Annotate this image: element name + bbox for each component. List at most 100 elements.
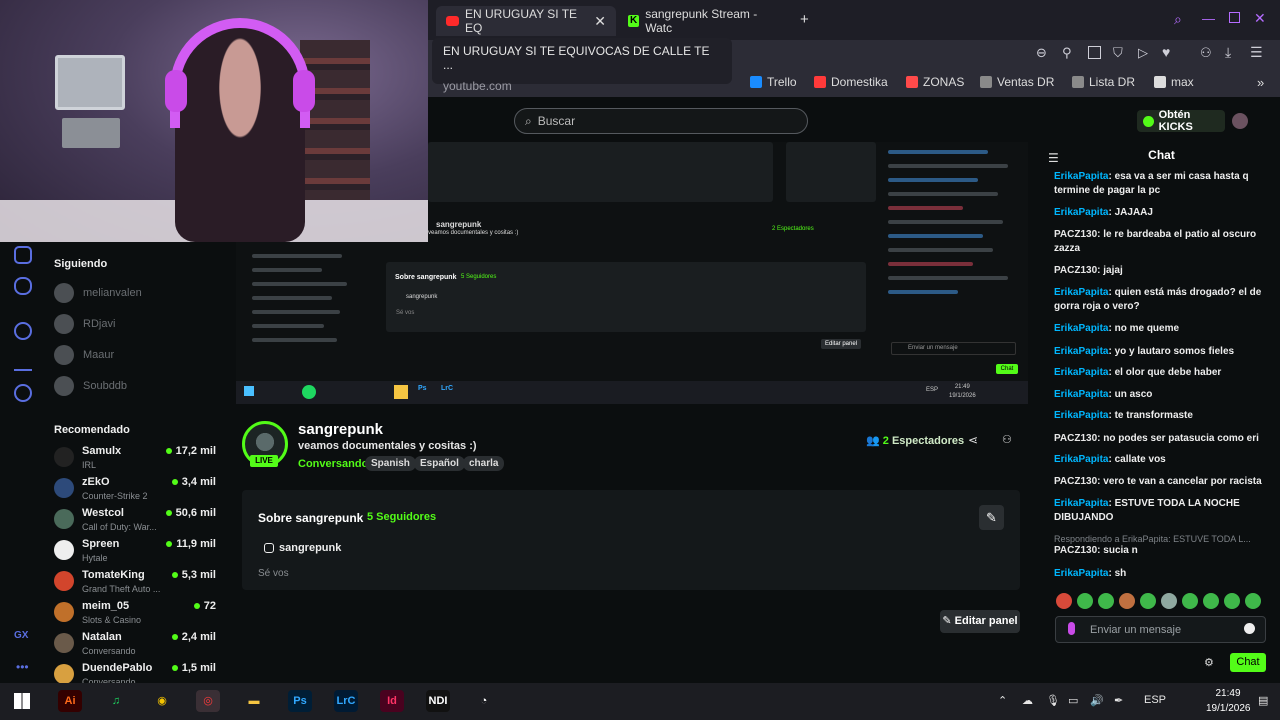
emote-icon[interactable] [1119, 593, 1135, 609]
shield-icon[interactable]: ⛉ [1113, 45, 1123, 61]
following-item[interactable]: Soubddb [54, 370, 214, 401]
recommended-item[interactable]: Samulx IRL 17,2 mil [48, 443, 216, 474]
volume-icon[interactable]: 🔊 [1090, 694, 1104, 707]
mic-icon[interactable]: 🎙 [1046, 694, 1060, 707]
chevron-up-icon[interactable]: ⌃ [998, 694, 1007, 707]
chat-username[interactable]: PACZ130 [1054, 476, 1097, 487]
tab-kick[interactable]: K sangrepunk Stream - Watc [618, 6, 788, 36]
taskbar-clock[interactable]: 21:49 19/1/2026 [1206, 686, 1251, 716]
chat-username[interactable]: ErikaPapita [1054, 287, 1108, 298]
windows-start-icon[interactable] [14, 693, 30, 709]
zoom-icon[interactable]: ⊖ [1036, 45, 1047, 61]
gx-icon[interactable]: GX [14, 630, 28, 641]
chat-send-button[interactable]: Chat [1230, 653, 1266, 672]
recommended-item[interactable]: meim_05 Slots & Casino 72 [48, 598, 216, 629]
user-icon[interactable]: ⚇ [1002, 433, 1012, 446]
taskbar-app-icon[interactable]: ◎ [196, 690, 220, 712]
download-icon[interactable] [14, 353, 32, 371]
snapshot-icon[interactable] [1088, 46, 1101, 59]
mic-icon[interactable] [1068, 622, 1075, 635]
edit-about-button[interactable]: ✎ [979, 505, 1004, 530]
chevron-right-icon[interactable]: » [1257, 75, 1264, 90]
recommended-item[interactable]: Westcol Call of Duty: War... 50,6 mil [48, 505, 216, 536]
bookmark-item[interactable]: Ventas DR [980, 75, 1054, 89]
play-icon[interactable]: ▷ [1138, 45, 1148, 61]
taskbar-app-icon[interactable]: NDI [426, 690, 450, 712]
new-tab-icon[interactable]: + [800, 11, 809, 28]
menu-icon[interactable]: ☰ [1250, 44, 1263, 61]
emote-icon[interactable] [1245, 593, 1261, 609]
close-window-icon[interactable]: ✕ [1254, 10, 1266, 27]
chat-username[interactable]: ErikaPapita [1054, 454, 1108, 465]
language-indicator[interactable]: ESP [1144, 694, 1166, 706]
emoji-icon[interactable] [1244, 623, 1255, 634]
pen-icon[interactable]: ✒ [1114, 694, 1123, 707]
search-input[interactable]: ⌕ Buscar [514, 108, 808, 134]
chat-username[interactable]: ErikaPapita [1054, 207, 1108, 218]
get-kicks-button[interactable]: Obtén KICKS [1137, 109, 1225, 133]
chat-username[interactable]: ErikaPapita [1054, 367, 1108, 378]
share-icon[interactable]: ⋖ [968, 433, 978, 447]
close-icon[interactable]: ✕ [594, 13, 606, 30]
chat-username[interactable]: ErikaPapita [1054, 346, 1108, 357]
chat-username[interactable]: ErikaPapita [1054, 410, 1108, 421]
emote-icon[interactable] [1056, 593, 1072, 609]
chat-username[interactable]: PACZ130 [1054, 433, 1097, 444]
search-tabs-icon[interactable]: ⌕ [1174, 11, 1182, 28]
taskbar-app-icon[interactable]: ◔ [472, 690, 496, 712]
chat-input[interactable]: Enviar un mensaje [1055, 616, 1266, 643]
recommended-item[interactable]: Spreen Hytale 11,9 mil [48, 536, 216, 567]
settings-icon[interactable] [14, 384, 32, 402]
instagram-icon[interactable] [14, 246, 32, 264]
profile-icon[interactable]: ⚇ [1200, 45, 1212, 61]
emote-icon[interactable] [1203, 593, 1219, 609]
chat-username[interactable]: ErikaPapita [1054, 389, 1108, 400]
maximize-icon[interactable] [1229, 12, 1240, 23]
pin-icon[interactable]: ⚲ [1062, 45, 1072, 61]
clock-icon[interactable] [14, 322, 32, 340]
more-icon[interactable]: ••• [16, 660, 29, 674]
emote-icon[interactable] [1224, 593, 1240, 609]
emote-icon[interactable] [1098, 593, 1114, 609]
download-icon[interactable]: ⤓ [1225, 44, 1231, 61]
bookmark-item[interactable]: Lista DR [1072, 75, 1135, 89]
avatar[interactable] [1232, 113, 1248, 129]
taskbar-app-icon[interactable]: ▬ [242, 690, 266, 712]
taskbar-app-icon[interactable]: ♫ [104, 690, 128, 712]
taskbar-app-icon[interactable]: ◉ [150, 690, 174, 712]
emote-icon[interactable] [1182, 593, 1198, 609]
heart-icon[interactable]: ♥ [1162, 44, 1170, 60]
bookmark-item[interactable]: Trello [750, 75, 797, 89]
stream-category[interactable]: Conversando [298, 458, 368, 470]
tag-charla[interactable]: charla [463, 456, 505, 471]
emote-icon[interactable] [1140, 593, 1156, 609]
taskbar-app-icon[interactable]: Ai [58, 690, 82, 712]
bookmark-item[interactable]: max [1154, 75, 1194, 89]
chat-username[interactable]: ErikaPapita [1054, 498, 1108, 509]
tag-spanish[interactable]: Spanish [365, 456, 416, 471]
recommended-item[interactable]: Natalan Conversando 2,4 mil [48, 629, 216, 660]
tab-youtube[interactable]: EN URUGUAY SI TE EQ ✕ [436, 6, 616, 36]
cloud-icon[interactable]: ☁ [1022, 694, 1033, 707]
minimize-icon[interactable]: — [1202, 11, 1215, 26]
taskbar-app-icon[interactable]: LrC [334, 690, 358, 712]
chat-username[interactable]: ErikaPapita [1054, 568, 1108, 579]
tag-espanol[interactable]: Español [414, 456, 465, 471]
taskbar-app-icon[interactable]: Ps [288, 690, 312, 712]
taskbar-app-icon[interactable]: Id [380, 690, 404, 712]
emote-icon[interactable] [1161, 593, 1177, 609]
bookmark-item[interactable]: Domestika [814, 75, 888, 89]
emote-icon[interactable] [1077, 593, 1093, 609]
following-item[interactable]: melianvalen [54, 277, 214, 308]
network-icon[interactable]: ▭ [1068, 694, 1078, 707]
edit-panel-button[interactable]: ✎ Editar panel [940, 610, 1020, 633]
recommended-item[interactable]: zEkO Counter-Strike 2 3,4 mil [48, 474, 216, 505]
instagram-link[interactable]: sangrepunk [264, 542, 341, 554]
following-item[interactable]: RDjavi [54, 308, 214, 339]
notification-icon[interactable]: ▤ [1258, 694, 1268, 707]
discord-icon[interactable] [14, 277, 32, 295]
chat-username[interactable]: ErikaPapita [1054, 171, 1108, 182]
bookmark-item[interactable]: ZONAS [906, 75, 964, 89]
channel-name[interactable]: sangrepunk [298, 421, 383, 438]
gear-icon[interactable]: ⚙ [1204, 656, 1214, 669]
